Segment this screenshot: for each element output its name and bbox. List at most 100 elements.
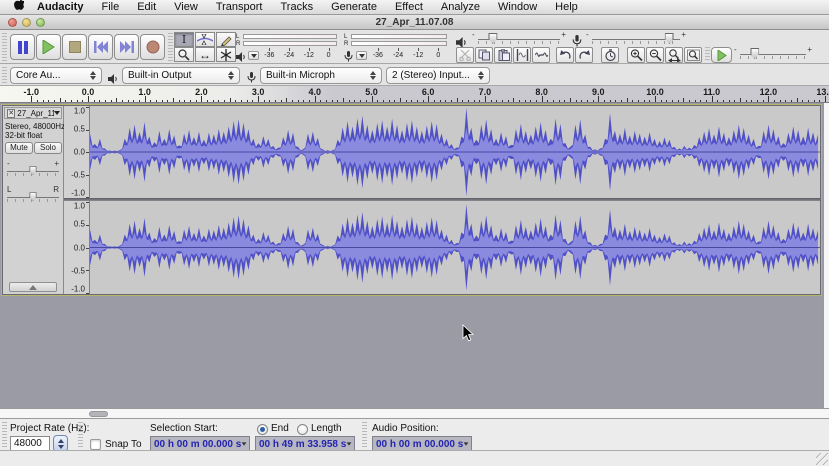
menu-item-tracks[interactable]: Tracks: [272, 0, 323, 15]
ruler-label: 9.0: [592, 87, 605, 97]
undo-icon: [559, 49, 572, 61]
ruler-tick: [666, 100, 667, 102]
envelope-tool-button[interactable]: [195, 32, 215, 47]
trim-icon: [516, 49, 529, 61]
menu-item-effect[interactable]: Effect: [386, 0, 432, 15]
multi-tool-button[interactable]: [216, 47, 236, 62]
horizontal-scrollbar[interactable]: [0, 408, 829, 418]
playback-speed-slider[interactable]: - +: [740, 49, 806, 63]
menu-item-window[interactable]: Window: [489, 0, 546, 15]
input-channels-select[interactable]: 2 (Stereo) Input...: [386, 67, 490, 84]
window-title-bar[interactable]: 27_Apr_11.07.08: [0, 15, 829, 30]
end-radio[interactable]: [257, 424, 268, 435]
track-collapse-button[interactable]: [9, 282, 57, 292]
skip-to-start-button[interactable]: [88, 34, 113, 60]
ruler-tick: [366, 100, 367, 102]
vertical-ruler-left-channel[interactable]: 1.00.50.0-0.5-1.0: [64, 106, 90, 198]
menu-item-analyze[interactable]: Analyze: [432, 0, 489, 15]
input-volume-slider[interactable]: - +: [592, 32, 680, 46]
selection-tool-button[interactable]: I: [174, 32, 194, 47]
chevron-down-icon[interactable]: [464, 442, 469, 445]
mute-button[interactable]: Mute: [5, 142, 33, 154]
menu-item-edit[interactable]: Edit: [128, 0, 165, 15]
fit-project-button[interactable]: [684, 47, 702, 63]
play-at-speed-button[interactable]: [711, 47, 732, 63]
sync-lock-button[interactable]: [601, 47, 619, 63]
recording-meter[interactable]: L R -36-24-120: [344, 33, 448, 61]
zoom-in-button[interactable]: [627, 47, 645, 63]
menu-item-help[interactable]: Help: [546, 0, 587, 15]
waveform-left-channel[interactable]: [90, 106, 820, 198]
time-shift-tool-button[interactable]: ↔: [195, 47, 215, 62]
chevron-down-icon[interactable]: [242, 442, 247, 445]
undo-button[interactable]: [556, 47, 574, 63]
fit-selection-button[interactable]: [665, 47, 683, 63]
waveform-right-channel[interactable]: [90, 201, 820, 294]
ruler-tick: [774, 100, 775, 102]
track-area[interactable]: ✕ 27_Apr_11. Stereo, 48000Hz 32-bit floa…: [0, 103, 829, 418]
ruler-tick: [587, 100, 588, 102]
selection-toolbar-grip[interactable]: [2, 422, 7, 448]
playback-meter[interactable]: L R -36-24-120: [236, 33, 338, 61]
output-volume-slider[interactable]: - +: [478, 32, 560, 46]
ruler-tick: [224, 100, 225, 102]
zoom-window-button[interactable]: [36, 18, 45, 27]
apple-menu-icon[interactable]: [14, 0, 24, 15]
stop-button[interactable]: [62, 34, 87, 60]
cut-button[interactable]: [456, 47, 474, 63]
minimize-window-button[interactable]: [22, 18, 31, 27]
project-rate-input[interactable]: 48000: [10, 436, 50, 451]
paste-button[interactable]: [494, 47, 512, 63]
device-toolbar-grip[interactable]: [2, 67, 7, 84]
transcription-toolbar-grip[interactable]: [705, 47, 710, 62]
menu-item-view[interactable]: View: [165, 0, 207, 15]
input-device-select[interactable]: Built-in Microph: [260, 67, 382, 84]
chevron-down-icon[interactable]: [347, 442, 352, 445]
output-device-select[interactable]: Built-in Output: [122, 67, 240, 84]
vertical-scrollbar[interactable]: [823, 103, 829, 408]
length-radio[interactable]: [297, 424, 308, 435]
ruler-tick: [400, 98, 401, 102]
menu-item-transport[interactable]: Transport: [207, 0, 272, 15]
audio-host-select[interactable]: Core Au...: [10, 67, 102, 84]
close-window-button[interactable]: [8, 18, 17, 27]
menu-item-generate[interactable]: Generate: [322, 0, 386, 15]
copy-button[interactable]: [475, 47, 493, 63]
track-format-info: Stereo, 48000Hz: [5, 122, 65, 131]
audio-position-label: Audio Position:: [372, 423, 439, 434]
pan-slider[interactable]: L R: [7, 186, 59, 202]
ruler-tick: [156, 100, 157, 102]
gain-slider[interactable]: - +: [7, 160, 59, 176]
snap-to-checkbox[interactable]: [90, 439, 101, 450]
pause-button[interactable]: [10, 34, 35, 60]
play-button[interactable]: [36, 34, 61, 60]
track-title-bar[interactable]: ✕ 27_Apr_11.: [4, 107, 62, 119]
playback-meter-right-label: R: [236, 41, 240, 47]
ruler-tick: [77, 100, 78, 102]
solo-button[interactable]: Solo: [34, 142, 62, 154]
zoom-tool-button[interactable]: [174, 47, 194, 62]
menu-item-file[interactable]: File: [92, 0, 128, 15]
transport-toolbar-grip[interactable]: [2, 33, 7, 61]
playback-meter-scale: -36-24-120: [243, 48, 337, 61]
audacity-app: AudacityFileEditViewTransportTracksGener…: [0, 0, 829, 466]
tools-toolbar-grip[interactable]: [168, 33, 173, 61]
silence-audio-button[interactable]: [532, 47, 550, 63]
vertical-ruler-right-channel[interactable]: 1.00.50.0-0.5-1.0: [64, 201, 90, 294]
ruler-tick: [337, 100, 338, 102]
window-resize-grip[interactable]: [816, 453, 828, 465]
record-button[interactable]: [140, 34, 165, 60]
menu-item-audacity[interactable]: Audacity: [28, 0, 92, 15]
zoom-out-button[interactable]: [646, 47, 664, 63]
draw-tool-button[interactable]: [216, 32, 236, 47]
track-close-button[interactable]: ✕: [7, 109, 15, 118]
track-menu-caret-icon[interactable]: [54, 111, 60, 115]
redo-button[interactable]: [575, 47, 593, 63]
meter-scale-tick: [269, 48, 270, 51]
output-volume-ticks: [478, 41, 560, 44]
skip-to-end-button[interactable]: [114, 34, 139, 60]
trim-audio-button[interactable]: [513, 47, 531, 63]
horizontal-scrollbar-thumb[interactable]: [89, 411, 108, 417]
ruler-tick: [525, 100, 526, 102]
timeline-ruler[interactable]: -1.00.01.02.03.04.05.06.07.08.09.010.011…: [0, 86, 829, 103]
